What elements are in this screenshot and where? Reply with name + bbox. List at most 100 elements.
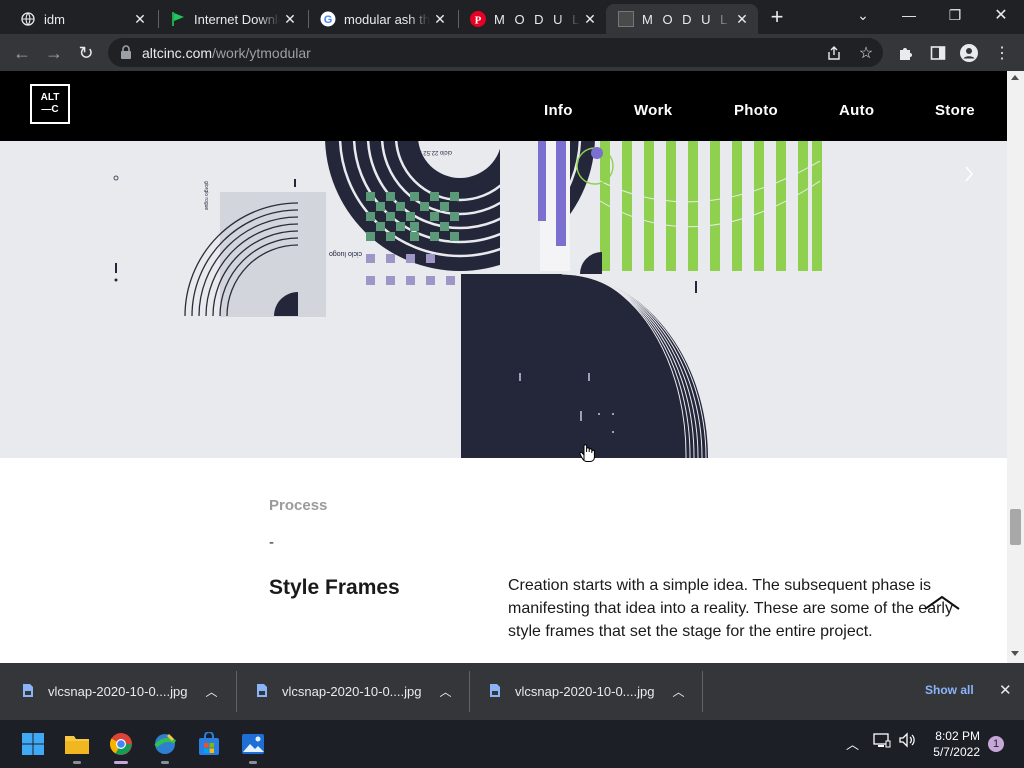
url-text: altcinc.com/work/ytmodular: [142, 45, 311, 61]
nav-work[interactable]: Work: [634, 102, 672, 119]
modular-artwork: ciclo 22.52 ro ciclo luogo giorgio rogue: [0, 141, 1007, 458]
logo-line-1: ALT: [40, 92, 60, 103]
nav-auto[interactable]: Auto: [839, 102, 874, 119]
system-clock[interactable]: 8:02 PM 5/7/2022: [928, 728, 980, 760]
section-divider-dash: -: [269, 534, 274, 551]
pinterest-icon: P: [470, 11, 486, 27]
forward-arrow-icon[interactable]: →: [41, 40, 67, 66]
tab-pinterest[interactable]: P M O D U L A R - Ash Thompson ✕: [458, 4, 606, 34]
extensions-puzzle-icon[interactable]: [895, 42, 917, 64]
clock-date: 5/7/2022: [933, 745, 980, 759]
tab-internet-download-manager[interactable]: Internet Download Manager ✕: [158, 4, 306, 34]
close-window-button[interactable]: ✕: [978, 0, 1024, 30]
profile-avatar-icon[interactable]: [958, 42, 980, 64]
running-indicator: [161, 761, 169, 764]
section-label: Process: [269, 497, 328, 514]
browser-tab-strip: idm ✕ Internet Download Manager ✕ G modu…: [0, 0, 1024, 34]
file-icon: [256, 683, 268, 701]
svg-text:ciclo luogo: ciclo luogo: [329, 250, 362, 257]
download-filename: vlcsnap-2020-10-0....jpg: [515, 684, 655, 699]
download-separator: [236, 671, 237, 712]
chevron-up-icon[interactable]: ︿: [205, 683, 217, 700]
section-heading: Style Frames: [269, 576, 400, 599]
chevron-up-icon[interactable]: ︿: [439, 683, 451, 700]
download-filename: vlcsnap-2020-10-0....jpg: [48, 684, 188, 699]
file-icon: [489, 683, 501, 701]
tab-search-chevron-icon[interactable]: ⌄: [840, 0, 886, 30]
scroll-down-arrow-icon[interactable]: [1011, 651, 1019, 656]
address-bar[interactable]: altcinc.com/work/ytmodular ☆: [108, 38, 883, 67]
restore-button[interactable]: ❐: [932, 0, 978, 30]
chrome-icon[interactable]: [107, 730, 135, 764]
svg-text:ciclo 22.52 ro: ciclo 22.52 ro: [416, 149, 452, 155]
clock-time: 8:02 PM: [935, 729, 980, 743]
side-panel-icon[interactable]: [927, 42, 949, 64]
download-item[interactable]: vlcsnap-2020-10-0....jpg ︿: [489, 663, 699, 720]
microsoft-store-icon[interactable]: [195, 730, 223, 758]
tab-idm[interactable]: idm ✕: [8, 4, 156, 34]
download-item[interactable]: vlcsnap-2020-10-0....jpg ︿: [256, 663, 466, 720]
downloads-bar: vlcsnap-2020-10-0....jpg ︿ vlcsnap-2020-…: [0, 663, 1024, 720]
reload-icon[interactable]: ↻: [73, 40, 99, 66]
chevron-up-icon[interactable]: ︿: [846, 734, 859, 753]
google-icon: G: [320, 11, 336, 27]
logo-line-2: —C: [41, 104, 59, 115]
download-separator: [469, 671, 470, 712]
chevron-up-icon[interactable]: ︿: [672, 683, 684, 700]
minimize-button[interactable]: —: [886, 0, 932, 30]
altc-logo[interactable]: ALT —C: [30, 84, 70, 124]
close-icon[interactable]: ✕: [280, 9, 300, 29]
nav-photo[interactable]: Photo: [734, 102, 778, 119]
running-indicator: [249, 761, 257, 764]
tab-label: modular ash thompson: [344, 11, 430, 27]
close-icon[interactable]: ✕: [999, 681, 1012, 699]
back-arrow-icon[interactable]: ←: [9, 40, 35, 66]
hero-style-frame-image[interactable]: ciclo 22.52 ro ciclo luogo giorgio rogue: [0, 141, 1007, 458]
kebab-menu-icon[interactable]: ⋮: [991, 42, 1013, 64]
tab-label: M O D U L A R - Ash Thompson: [494, 11, 580, 27]
idm-taskbar-icon[interactable]: [151, 730, 179, 764]
tab-label: M O D U L A R - ALTC: [642, 11, 732, 27]
url-path: /work/ytmodular: [212, 45, 311, 61]
hand-cursor-icon: [579, 444, 595, 462]
svg-text:giorgio rogue: giorgio rogue: [203, 181, 209, 210]
nav-store[interactable]: Store: [935, 102, 975, 119]
close-icon[interactable]: ✕: [580, 9, 600, 29]
file-explorer-icon[interactable]: [63, 730, 91, 764]
idm-flag-icon: [170, 11, 186, 27]
windows-taskbar: ︿ 8:02 PM 5/7/2022 1: [0, 720, 1024, 768]
page-scrollbar[interactable]: [1007, 71, 1024, 663]
scroll-to-top-chevron-icon[interactable]: [923, 595, 961, 611]
running-indicator: [114, 761, 128, 764]
tab-google-search[interactable]: G modular ash thompson ✕: [308, 4, 456, 34]
site-header: ALT —C Info Work Photo Auto Store: [0, 71, 1007, 141]
notification-badge[interactable]: 1: [988, 736, 1004, 752]
download-item[interactable]: vlcsnap-2020-10-0....jpg ︿: [22, 663, 232, 720]
windows-start-icon[interactable]: [19, 730, 47, 758]
download-separator: [702, 671, 703, 712]
tab-modular-altc[interactable]: M O D U L A R - ALTC ✕: [606, 4, 758, 34]
close-icon[interactable]: ✕: [732, 9, 752, 29]
file-icon: [22, 683, 34, 701]
photos-app-icon[interactable]: [239, 730, 267, 764]
close-icon[interactable]: ✕: [430, 9, 450, 29]
bookmark-star-icon[interactable]: ☆: [856, 43, 876, 63]
nav-info[interactable]: Info: [544, 102, 573, 119]
show-all-downloads-link[interactable]: Show all: [925, 683, 974, 697]
browser-toolbar: ← → ↻ altcinc.com/work/ytmodular ☆ ⋮: [0, 34, 1024, 71]
url-domain: altcinc.com: [142, 45, 213, 61]
lock-icon[interactable]: [120, 45, 132, 64]
new-tab-button[interactable]: +: [766, 4, 788, 29]
content-section: Process - Style Frames Creation starts w…: [0, 458, 1007, 663]
share-icon[interactable]: [824, 43, 844, 63]
tab-label: Internet Download Manager: [194, 11, 280, 27]
network-icon[interactable]: [873, 732, 891, 751]
tab-label: idm: [44, 11, 65, 27]
altc-favicon: [618, 11, 634, 27]
scroll-up-arrow-icon[interactable]: [1011, 75, 1019, 80]
close-icon[interactable]: ✕: [130, 9, 150, 29]
volume-icon[interactable]: [898, 732, 916, 751]
section-description: Creation starts with a simple idea. The …: [508, 577, 953, 640]
running-indicator: [73, 761, 81, 764]
scrollbar-thumb[interactable]: [1010, 509, 1021, 545]
